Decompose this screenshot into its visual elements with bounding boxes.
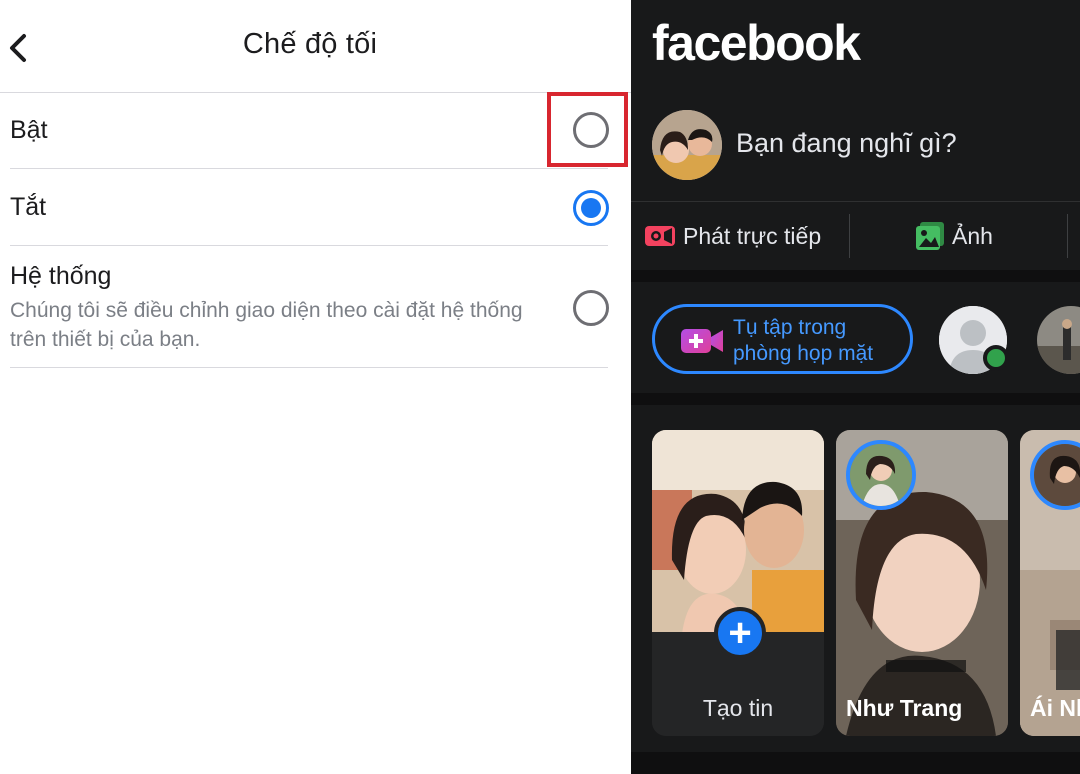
live-video-icon — [645, 226, 675, 246]
divider — [0, 92, 631, 93]
option-on-label[interactable]: Bật — [10, 116, 48, 145]
page-title: Chế độ tối — [242, 28, 378, 60]
profile-avatar[interactable] — [652, 110, 722, 180]
story-author-name: Ái Nh — [1030, 695, 1080, 721]
create-room-label: Tụ tập trong phòng họp mặt — [733, 315, 873, 367]
couple-photo — [652, 110, 722, 180]
section-separator — [631, 270, 1080, 282]
option-off-radio[interactable] — [573, 190, 609, 226]
live-video-label: Phát trực tiếp — [683, 222, 822, 249]
story-author-name: Như Trang — [846, 695, 963, 721]
friend-photo — [1037, 306, 1080, 374]
divider — [10, 245, 608, 246]
story-author-avatar — [846, 440, 916, 510]
highlight-box — [547, 92, 628, 167]
photo-icon — [916, 222, 944, 250]
create-room-line2: phòng họp mặt — [733, 342, 874, 365]
divider — [1067, 214, 1068, 258]
online-status-dot — [983, 345, 1009, 371]
option-system-radio[interactable] — [573, 290, 609, 326]
facebook-dark-feed: facebook Bạn đang nghĩ gì? Phát trực tiế… — [631, 0, 1080, 774]
facebook-logo: facebook — [652, 15, 861, 71]
divider — [631, 201, 1080, 202]
section-separator — [631, 393, 1080, 405]
composer-input[interactable]: Bạn đang nghĩ gì? — [736, 128, 957, 159]
create-room-line1: Tụ tập trong — [733, 316, 847, 339]
create-room-button[interactable]: Tụ tập trong phòng họp mặt — [652, 304, 913, 374]
option-off-label[interactable]: Tắt — [10, 193, 46, 222]
room-video-icon — [681, 329, 723, 353]
section-separator — [631, 752, 1080, 774]
photo-label: Ảnh — [952, 222, 993, 249]
divider — [10, 168, 608, 169]
create-story-card[interactable]: + Tạo tin — [652, 430, 824, 736]
create-story-photo — [652, 430, 824, 634]
friend-avatar[interactable] — [1037, 306, 1080, 374]
story-card[interactable]: Như Trang — [836, 430, 1008, 736]
photo-button[interactable]: Ảnh — [916, 214, 993, 258]
story-card[interactable]: Ái Nh — [1020, 430, 1080, 736]
option-system-label[interactable]: Hệ thống — [10, 262, 111, 291]
plus-icon[interactable]: + — [714, 607, 766, 659]
dark-mode-settings-panel: Chế độ tối Bật Tắt Hệ thống Chúng tôi sẽ… — [0, 0, 631, 774]
live-video-button[interactable]: Phát trực tiếp — [645, 214, 821, 258]
divider — [10, 367, 608, 368]
divider — [849, 214, 850, 258]
create-story-label: Tạo tin — [702, 695, 774, 721]
option-system-description: Chúng tôi sẽ điều chỉnh giao diện theo c… — [10, 299, 523, 351]
